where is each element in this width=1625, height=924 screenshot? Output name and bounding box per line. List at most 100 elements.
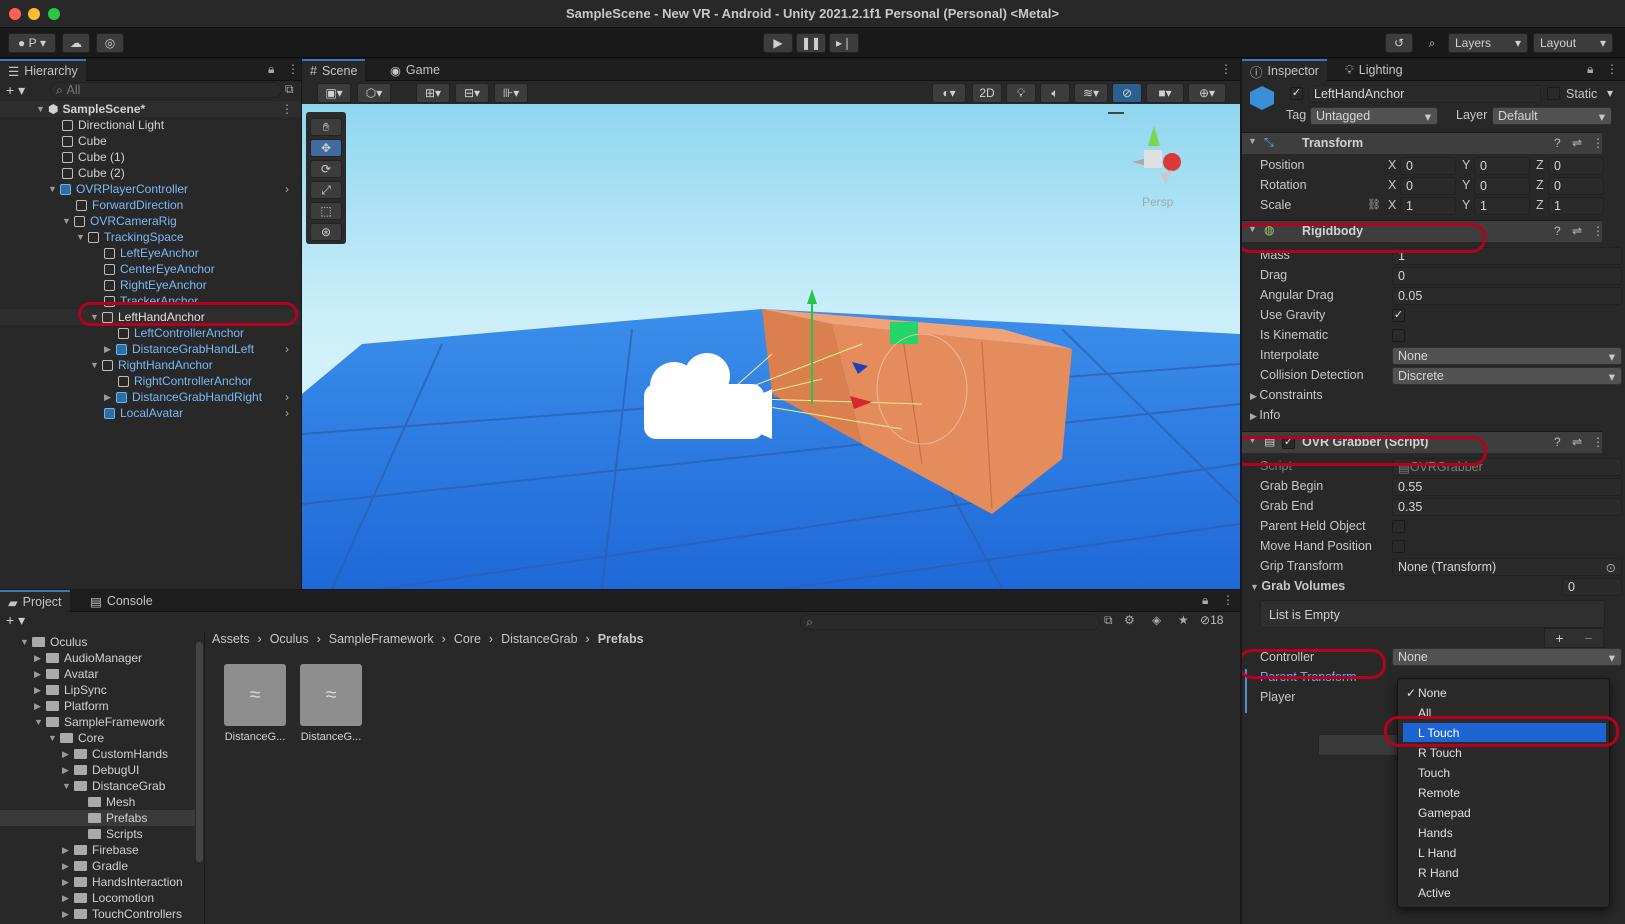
tab-inspector[interactable]: ⓘ Inspector [1242,59,1327,81]
rotation-y-field[interactable]: 0 [1474,177,1530,195]
shading-dropdown[interactable]: ◐▾ [932,83,966,103]
history-button[interactable]: ↺ [1385,33,1413,53]
hierarchy-row[interactable]: CenterEyeAnchor [104,261,215,277]
interpolate-dropdown[interactable]: None [1392,347,1622,365]
more-options-icon[interactable]: ⋮ [1222,593,1234,607]
tree-item[interactable]: ▶ Avatar [34,666,98,682]
gizmos-dropdown[interactable]: ⊕▾ [1188,83,1226,103]
tree-item[interactable]: ▶ Locomotion [62,890,154,906]
more-options-icon[interactable]: ⋮ [1592,136,1604,150]
info-foldout[interactable]: ▶ Info [1250,408,1280,422]
pause-button[interactable]: ❚❚ [796,33,826,53]
scale-tool[interactable]: ⤢ [310,181,342,199]
grab-end-field[interactable]: 0.35 [1392,498,1622,516]
lighting-toggle[interactable]: 💡︎ [1006,83,1036,103]
tree-item[interactable]: ▶ CustomHands [62,746,168,762]
hierarchy-row[interactable]: ▼ OVRCameraRig [62,213,177,229]
lock-icon[interactable]: 🔒︎ [1587,62,1593,77]
layout-dropdown[interactable]: Layout ▾ [1533,33,1613,53]
rect-tool[interactable]: ⬚ [310,202,342,220]
hierarchy-row[interactable]: ▶ DistanceGrabHandLeft › [104,341,301,357]
tree-item[interactable]: ▼ Core [48,730,104,746]
object-picker-icon[interactable]: ⊙ [1606,560,1616,575]
persp-label[interactable]: Persp [1142,195,1173,209]
grab-volumes-size-field[interactable]: 0 [1562,578,1622,596]
breadcrumb-item[interactable]: Core [454,632,481,646]
rotation-x-field[interactable]: 0 [1400,177,1456,195]
more-options-icon[interactable]: ⋮ [287,62,299,76]
tree-item[interactable]: Scripts [88,826,143,842]
position-z-field[interactable]: 0 [1548,157,1604,175]
active-checkbox[interactable]: ✓ [1290,87,1303,100]
controller-dropdown[interactable]: None [1392,648,1622,666]
help-icon[interactable]: ? [1554,435,1561,449]
hierarchy-row[interactable]: RightControllerAnchor [118,373,252,389]
account-button[interactable]: ● P ▾ [8,33,56,53]
more-options-icon[interactable]: ⋮ [1606,62,1618,76]
draw-mode-dropdown[interactable]: ▣▾ [317,83,351,103]
link-icon[interactable]: ⛓︎ [1367,198,1381,211]
search-by-type-icon[interactable]: ⧉ [1104,613,1113,628]
toggle-2d-button[interactable]: 2D [972,83,1002,103]
more-options-icon[interactable]: ⋮ [1220,62,1232,76]
add-button[interactable]: + ▾ [6,82,25,99]
is-kinematic-checkbox[interactable] [1392,329,1405,342]
static-checkbox[interactable] [1547,87,1560,100]
tree-item[interactable]: ▶ TouchControllers [62,906,182,922]
tree-item[interactable]: Mesh [88,794,135,810]
chevron-down-icon[interactable]: ▾ [1607,86,1613,100]
lock-icon[interactable]: 🔒︎ [268,62,274,77]
preset-icon[interactable]: ⇌ [1572,435,1582,449]
tree-item[interactable]: ▶ LipSync [34,682,107,698]
object-name-input[interactable]: LeftHandAnchor [1308,85,1541,103]
grab-begin-field[interactable]: 0.55 [1392,478,1622,496]
hierarchy-row[interactable]: RightEyeAnchor [104,277,207,293]
chevron-right-icon[interactable]: › [285,182,289,196]
hierarchy-row[interactable]: ▼ TrackingSpace [76,229,184,245]
angular-drag-field[interactable]: 0.05 [1392,287,1622,305]
expand-arrow-icon[interactable]: ▼ [1248,136,1257,146]
visibility-toggle[interactable]: ⊘ [1112,83,1142,103]
menu-item-r-hand[interactable]: R Hand [1398,863,1608,882]
increment-snap-dropdown[interactable]: ⊪▾ [494,83,528,103]
tree-scrollbar[interactable] [196,642,203,862]
menu-item-remote[interactable]: Remote [1398,783,1608,802]
snap-dropdown[interactable]: ⊞▾ [416,83,450,103]
collab-button[interactable]: ◎ [96,33,124,53]
layers-dropdown[interactable]: Layers ▾ [1448,33,1528,53]
chevron-right-icon[interactable]: › [285,342,289,356]
grip-transform-field[interactable]: None (Transform) ⊙ [1392,558,1622,576]
grab-volumes-foldout[interactable]: ▼ Grab Volumes [1250,579,1345,593]
tree-item[interactable]: ▶ Gradle [62,858,128,874]
hierarchy-search-input[interactable]: ⌕ All [50,82,282,98]
cloud-button[interactable]: ☁ [62,33,90,53]
scale-y-field[interactable]: 1 [1474,197,1530,215]
position-x-field[interactable]: 0 [1400,157,1456,175]
grid-dropdown[interactable]: ⊟▾ [455,83,489,103]
menu-item-hands[interactable]: Hands [1398,823,1608,842]
breadcrumb-item[interactable]: Oculus [270,632,309,646]
tab-scene[interactable]: # Scene [302,59,366,81]
tree-item[interactable]: ▶ AudioManager [34,650,142,666]
position-y-field[interactable]: 0 [1474,157,1530,175]
step-button[interactable]: ▸❘ [829,33,859,53]
parent-held-checkbox[interactable] [1392,520,1405,533]
search-button[interactable]: ⌕ [1418,33,1446,53]
more-options-icon[interactable]: ⋮ [1592,435,1604,449]
help-icon[interactable]: ? [1554,136,1561,150]
filter-icon[interactable]: ⚙︎ [1124,613,1135,627]
rotate-tool[interactable]: ⟳ [310,160,342,178]
menu-item-l-hand[interactable]: L Hand [1398,843,1608,862]
hidden-packages-count[interactable]: ⊘18 [1200,613,1223,627]
hierarchy-row[interactable]: LeftControllerAnchor [118,325,244,341]
move-hand-checkbox[interactable] [1392,540,1405,553]
tree-item[interactable]: ▶ DebugUI [62,762,139,778]
hierarchy-row[interactable]: Cube (1) [62,149,125,165]
tab-console[interactable]: ▤ Console [82,590,161,612]
scene-visibility-icon[interactable]: ⧉ [285,82,294,97]
scene-viewport[interactable]: Persp ✋︎ ✥ ⟳ ⤢ ⬚ ⊛ [302,104,1240,589]
hierarchy-row[interactable]: LocalAvatar › [104,405,301,421]
menu-item-none[interactable]: ✓ None [1398,683,1608,702]
project-search-input[interactable]: ⌕ [800,614,1100,630]
use-gravity-checkbox[interactable]: ✓ [1392,309,1405,322]
